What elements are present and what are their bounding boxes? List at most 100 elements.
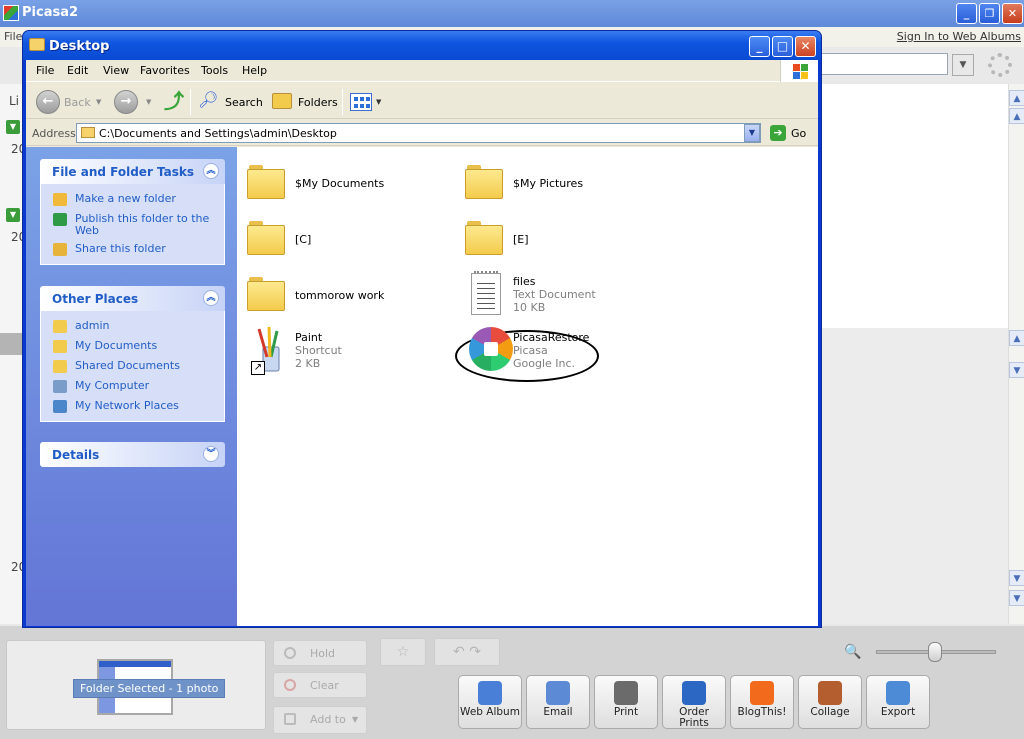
folders-button[interactable]: Folders — [298, 96, 338, 109]
file-item[interactable]: [C] — [247, 215, 457, 265]
task-link[interactable]: My Documents — [41, 337, 224, 357]
minimize-button[interactable]: _ — [749, 36, 770, 57]
blogger-button[interactable]: BlogThis! — [730, 675, 794, 729]
picasa-scrollbar[interactable]: ▲ ▲ ▲ ▼ ▼ ▼ — [1008, 84, 1024, 624]
loading-spinner-icon — [988, 53, 1012, 77]
explorer-menubar: File Edit View Favorites Tools Help — [26, 60, 818, 82]
chevron-down-icon[interactable]: ▼ — [376, 98, 381, 106]
picasa-search-input[interactable] — [816, 53, 948, 75]
address-dropdown-button[interactable]: ▼ — [744, 124, 760, 142]
scroll-down-button[interactable]: ▼ — [1009, 362, 1024, 378]
collapse-icon[interactable]: ︽ — [203, 163, 219, 179]
task-link[interactable]: Share this folder — [41, 240, 224, 260]
scroll-up-button[interactable]: ▲ — [1009, 108, 1024, 124]
task-link[interactable]: Shared Documents — [41, 357, 224, 377]
task-link[interactable]: Make a new folder — [41, 190, 224, 210]
task-icon — [53, 360, 67, 373]
picasa-menu-file[interactable]: File — [4, 30, 22, 43]
selected-folder-row[interactable] — [0, 333, 24, 355]
task-link[interactable]: My Computer — [41, 377, 224, 397]
task-link-label[interactable]: My Network Places — [75, 400, 215, 412]
picasa-minimize-button[interactable]: _ — [956, 3, 977, 24]
star-button[interactable]: ☆ — [380, 638, 426, 666]
panel-header[interactable]: Other Places ︽ — [40, 286, 225, 311]
file-name[interactable]: [E] — [513, 233, 529, 246]
up-folder-icon[interactable]: ⤴ — [164, 91, 184, 113]
collage-button[interactable]: Collage — [798, 675, 862, 729]
web-album-button[interactable]: Web Album — [458, 675, 522, 729]
file-name[interactable]: PicasaRestore — [513, 331, 589, 344]
panel-header[interactable]: Details ︾ — [40, 442, 225, 467]
explorer-titlebar[interactable]: Desktop _ □ ✕ — [23, 31, 821, 60]
picasa-search-dropdown[interactable]: ▼ — [952, 54, 974, 76]
task-link[interactable]: Publish this folder to the Web — [41, 210, 224, 240]
file-item[interactable]: $My Pictures — [465, 159, 675, 209]
maximize-button[interactable]: □ — [772, 36, 793, 57]
file-item[interactable]: tommorow work — [247, 271, 457, 321]
task-link-label[interactable]: My Computer — [75, 380, 215, 392]
file-item[interactable]: [E] — [465, 215, 675, 265]
go-button[interactable]: Go — [791, 127, 806, 140]
collapse-arrow-icon[interactable]: ▼ — [6, 120, 20, 134]
file-item[interactable]: ↗ Paint Shortcut 2 KB — [247, 326, 457, 377]
file-name[interactable]: $My Pictures — [513, 177, 583, 190]
address-input[interactable]: C:\Documents and Settings\admin\Desktop — [76, 123, 761, 143]
scroll-down-button[interactable]: ▼ — [1009, 590, 1024, 606]
task-link-label[interactable]: admin — [75, 320, 215, 332]
menu-file[interactable]: File — [36, 64, 54, 77]
folder-icon — [465, 221, 503, 255]
search-button[interactable]: Search — [225, 96, 263, 109]
task-link[interactable]: My Network Places — [41, 397, 224, 417]
menu-favorites[interactable]: Favorites — [140, 64, 190, 77]
file-name[interactable]: files — [513, 275, 535, 288]
menu-help[interactable]: Help — [242, 64, 267, 77]
collapse-icon[interactable]: ︽ — [203, 290, 219, 306]
task-link[interactable]: admin — [41, 317, 224, 337]
collapse-arrow-icon[interactable]: ▼ — [6, 208, 20, 222]
file-item[interactable]: $My Documents — [247, 159, 457, 209]
file-list: $My Documents $My Pictures [C] [E] tommorow … — [237, 147, 818, 626]
hold-button[interactable]: Hold — [273, 640, 367, 666]
close-button[interactable]: ✕ — [795, 36, 816, 57]
task-link-label[interactable]: Shared Documents — [75, 360, 215, 372]
text-document-icon — [471, 271, 501, 315]
order-prints-button[interactable]: Order Prints — [662, 675, 726, 729]
go-arrow-icon[interactable]: ➔ — [770, 125, 786, 141]
back-button[interactable]: Back — [64, 96, 91, 109]
menu-edit[interactable]: Edit — [67, 64, 88, 77]
file-item[interactable]: PicasaRestore Picasa Google Inc. — [465, 327, 675, 377]
back-arrow-icon[interactable]: ← — [36, 90, 60, 114]
email-button[interactable]: Email — [526, 675, 590, 729]
file-item[interactable]: files Text Document 10 KB — [465, 271, 675, 321]
export-button[interactable]: Export — [866, 675, 930, 729]
file-type: Picasa — [513, 344, 548, 357]
add-to-button[interactable]: Add to ▼ — [273, 706, 367, 734]
menu-view[interactable]: View — [103, 64, 129, 77]
file-name[interactable]: $My Documents — [295, 177, 384, 190]
sign-in-web-albums-link[interactable]: Sign In to Web Albums — [897, 30, 1021, 43]
rotate-buttons[interactable]: ↶ ↷ — [434, 638, 500, 666]
scroll-up-button[interactable]: ▲ — [1009, 330, 1024, 346]
menu-tools[interactable]: Tools — [201, 64, 228, 77]
scroll-down-button[interactable]: ▼ — [1009, 570, 1024, 586]
chevron-down-icon[interactable]: ▼ — [96, 98, 101, 106]
scroll-up-button[interactable]: ▲ — [1009, 90, 1024, 106]
slider-thumb[interactable] — [928, 642, 942, 662]
print-button[interactable]: Print — [594, 675, 658, 729]
task-link-label[interactable]: Publish this folder to the Web — [75, 213, 215, 237]
forward-arrow-icon[interactable]: → — [114, 90, 138, 114]
clear-button[interactable]: Clear — [273, 672, 367, 698]
panel-header[interactable]: File and Folder Tasks ︽ — [40, 159, 225, 184]
hold-label: Hold — [310, 647, 336, 660]
task-link-label[interactable]: Make a new folder — [75, 193, 215, 205]
file-name[interactable]: tommorow work — [295, 289, 384, 302]
file-name[interactable]: Paint — [295, 331, 322, 344]
views-icon[interactable] — [350, 93, 372, 111]
task-link-label[interactable]: My Documents — [75, 340, 215, 352]
picasa-restore-button[interactable]: ❐ — [979, 3, 1000, 24]
file-name[interactable]: [C] — [295, 233, 311, 246]
expand-icon[interactable]: ︾ — [203, 446, 219, 462]
chevron-down-icon[interactable]: ▼ — [146, 98, 151, 106]
task-link-label[interactable]: Share this folder — [75, 243, 215, 255]
picasa-close-button[interactable]: ✕ — [1002, 3, 1023, 24]
